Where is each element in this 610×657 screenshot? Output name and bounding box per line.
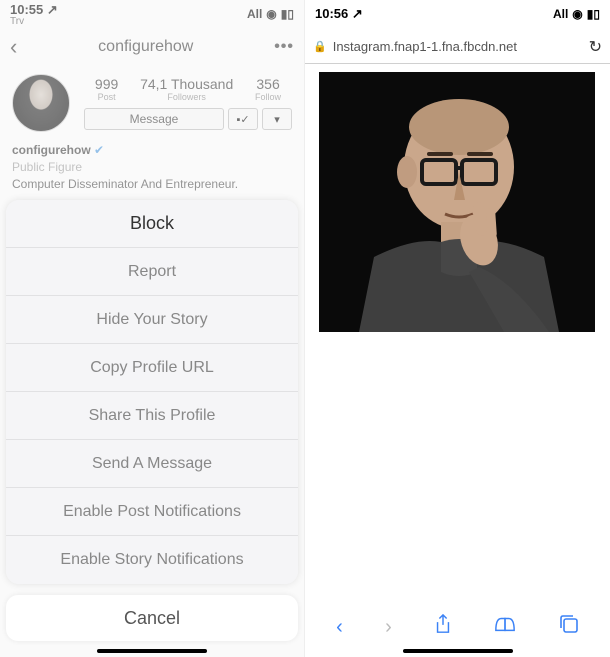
sheet-story-notifications[interactable]: Enable Story Notifications [6, 536, 298, 584]
safari-screen: 10:56 ↗ All ◉ ▮▯ 🔒 Instagram.fnap1-1.fna… [305, 0, 610, 657]
sheet-post-notifications[interactable]: Enable Post Notifications [6, 488, 298, 536]
bookmarks-icon[interactable] [494, 615, 516, 639]
network-label: All [553, 7, 568, 21]
sheet-block[interactable]: Block [6, 200, 298, 248]
tabs-icon[interactable] [559, 614, 579, 640]
home-indicator[interactable] [403, 649, 513, 653]
status-right: All ◉ ▮▯ [553, 7, 600, 21]
sheet-report[interactable]: Report [6, 248, 298, 296]
sheet-send-message[interactable]: Send A Message [6, 440, 298, 488]
profile-photo[interactable] [319, 72, 595, 332]
reload-icon[interactable]: ↻ [589, 37, 602, 57]
cancel-button[interactable]: Cancel [6, 595, 298, 641]
share-icon[interactable] [434, 614, 452, 640]
battery-icon: ▮▯ [587, 7, 600, 21]
action-sheet: Block Report Hide Your Story Copy Profil… [6, 200, 298, 584]
back-icon[interactable]: ‹ [336, 616, 343, 639]
sheet-hide-story[interactable]: Hide Your Story [6, 296, 298, 344]
safari-toolbar: ‹ › [305, 607, 610, 647]
lock-icon: 🔒 [313, 40, 327, 53]
sheet-copy-url[interactable]: Copy Profile URL [6, 344, 298, 392]
forward-icon: › [385, 616, 392, 639]
status-bar: 10:56 ↗ All ◉ ▮▯ [305, 0, 610, 28]
clock: 10:56 [315, 6, 348, 21]
home-indicator[interactable] [97, 649, 207, 653]
url-bar[interactable]: 🔒 Instagram.fnap1-1.fna.fbcdn.net ↻ [305, 30, 610, 64]
sheet-share-profile[interactable]: Share This Profile [6, 392, 298, 440]
status-left: 10:56 ↗ [315, 6, 363, 22]
url-text: Instagram.fnap1-1.fna.fbcdn.net [333, 39, 583, 54]
instagram-profile-screen: 10:55 ↗ Trv All ◉ ▮▯ ‹ configurehow ••• … [0, 0, 305, 657]
wifi-icon: ◉ [572, 7, 582, 21]
